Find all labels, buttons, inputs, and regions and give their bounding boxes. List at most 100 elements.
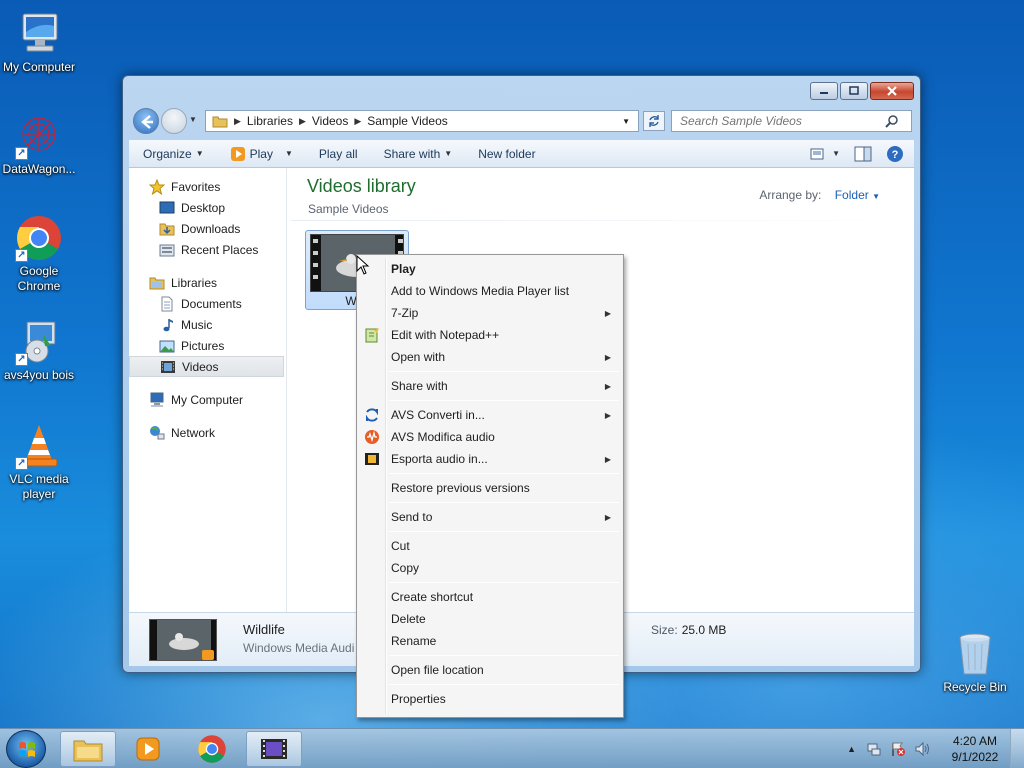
nav-music[interactable]: Music (129, 314, 286, 335)
back-button[interactable] (133, 108, 159, 134)
details-file-type: Windows Media Audi (243, 641, 355, 655)
volume-icon[interactable] (914, 741, 932, 757)
new-folder-label: New folder (478, 146, 536, 161)
share-with-button[interactable]: Share with ▼ (370, 140, 465, 167)
search-box[interactable] (671, 110, 912, 132)
film-export-icon (364, 451, 380, 467)
change-view-button[interactable]: ▼ (810, 147, 840, 161)
nav-pictures[interactable]: Pictures (129, 335, 286, 356)
desktop-icon-avs4you[interactable]: ↗ avs4you bois (0, 318, 81, 383)
breadcrumb-sample-videos[interactable]: Sample Videos (367, 114, 448, 128)
clock[interactable]: 4:20 AM 9/1/2022 (940, 733, 1010, 765)
size-label: Size: (651, 623, 678, 637)
nav-libraries[interactable]: Libraries (129, 272, 286, 293)
nav-documents[interactable]: Documents (129, 293, 286, 314)
menu-separator (389, 371, 619, 372)
window-controls (808, 82, 914, 100)
libraries-icon (149, 275, 165, 291)
avs-convert-icon (364, 407, 380, 423)
arrange-by-dropdown[interactable]: Folder ▼ (835, 188, 880, 202)
videos-film-icon (160, 359, 176, 375)
action-center-flag-icon[interactable] (890, 741, 906, 757)
forward-button[interactable] (161, 108, 187, 134)
breadcrumb-videos[interactable]: Videos (312, 114, 348, 128)
menu-item-send-to[interactable]: Send to ▶ (359, 506, 621, 528)
menu-item-avs-modifica[interactable]: AVS Modifica audio (359, 426, 621, 448)
menu-separator (389, 582, 619, 583)
show-desktop-button[interactable] (1010, 729, 1024, 768)
menu-item-esporta-audio[interactable]: Esporta audio in... ▶ (359, 448, 621, 470)
taskbar-explorer-button[interactable] (60, 731, 116, 767)
documents-icon (159, 296, 175, 312)
desktop-icon-datawagon[interactable]: ↗ DataWagon... (0, 112, 81, 177)
menu-item-edit-notepad[interactable]: Edit with Notepad++ (359, 324, 621, 346)
submenu-arrow-icon: ▶ (604, 512, 611, 522)
taskbar-video-editor-button[interactable] (246, 731, 302, 767)
menu-item-add-to-wmp-list[interactable]: Add to Windows Media Player list (359, 280, 621, 302)
refresh-button[interactable] (643, 111, 665, 131)
view-icon (810, 148, 824, 159)
desktop-icon-chrome[interactable]: ↗ Google Chrome (0, 214, 81, 294)
back-arrow-icon (141, 115, 153, 129)
play-all-button[interactable]: Play all (305, 140, 370, 167)
menu-separator (389, 684, 619, 685)
menu-separator (389, 473, 619, 474)
desktop-icon-my-computer[interactable]: My Computer (0, 10, 81, 75)
organize-button[interactable]: Organize ▼ (129, 140, 216, 167)
chrome-icon (198, 735, 226, 763)
menu-item-play[interactable]: Play (359, 258, 621, 280)
desktop-icon-vlc[interactable]: ↗ VLC media player (0, 422, 81, 502)
menu-item-properties[interactable]: Properties (359, 688, 621, 710)
desktop-icon-label: DataWagon... (2, 162, 76, 176)
preview-pane-icon[interactable] (854, 146, 872, 162)
nav-favorites[interactable]: Favorites (129, 176, 286, 197)
search-input[interactable] (680, 114, 885, 128)
menu-item-copy[interactable]: Copy (359, 557, 621, 579)
play-button[interactable]: Play ▼ (216, 140, 305, 167)
menu-item-rename[interactable]: Rename (359, 630, 621, 652)
nav-recent-places[interactable]: Recent Places (129, 239, 286, 260)
new-folder-button[interactable]: New folder (464, 140, 547, 167)
command-bar: Organize ▼ Play ▼ Play all Share with ▼ New… (129, 140, 914, 168)
close-button[interactable] (870, 82, 914, 100)
breadcrumb-libraries[interactable]: Libraries (247, 114, 293, 128)
nav-videos[interactable]: Videos (129, 356, 284, 377)
computer-icon (149, 392, 165, 408)
menu-item-restore-previous-versions[interactable]: Restore previous versions (359, 477, 621, 499)
library-subtitle: Sample Videos (308, 202, 389, 216)
menu-item-open-with[interactable]: Open with ▶ (359, 346, 621, 368)
explorer-folder-icon (73, 740, 103, 762)
desktop-icon-label: VLC media player (9, 472, 69, 501)
menu-item-create-shortcut[interactable]: Create shortcut (359, 586, 621, 608)
menu-item-avs-converti[interactable]: AVS Converti in... ▶ (359, 404, 621, 426)
system-tray: ▲ 4:20 AM 9/1/2022 (847, 729, 1024, 768)
menu-item-7zip[interactable]: 7-Zip ▶ (359, 302, 621, 324)
folder-icon (212, 116, 228, 128)
maximize-button[interactable] (840, 82, 868, 100)
address-bar[interactable]: ▶ Libraries ▶ Videos ▶ Sample Videos ▼ (205, 110, 639, 132)
menu-item-open-file-location[interactable]: Open file location (359, 659, 621, 681)
search-icon[interactable] (885, 114, 899, 128)
taskbar-media-player-button[interactable] (120, 731, 176, 767)
nav-my-computer[interactable]: My Computer (129, 389, 286, 410)
taskbar-chrome-button[interactable] (184, 731, 240, 767)
windows-logo-icon (19, 742, 35, 757)
address-dropdown-icon[interactable]: ▼ (622, 117, 630, 126)
submenu-arrow-icon: ▶ (604, 410, 611, 420)
nav-network[interactable]: Network (129, 422, 286, 443)
shortcut-arrow-icon: ↗ (15, 353, 28, 366)
network-tray-icon[interactable] (866, 741, 882, 757)
show-hidden-icons-chevron-icon[interactable]: ▲ (847, 744, 856, 754)
nav-downloads[interactable]: Downloads (129, 218, 286, 239)
help-icon[interactable]: ? (886, 145, 904, 163)
desktop-icon-recycle-bin[interactable]: Recycle Bin (933, 630, 1017, 695)
menu-item-delete[interactable]: Delete (359, 608, 621, 630)
menu-item-cut[interactable]: Cut (359, 535, 621, 557)
chrome-icon: ↗ (15, 214, 63, 262)
minimize-button[interactable] (810, 82, 838, 100)
start-button[interactable] (6, 730, 46, 768)
nav-desktop[interactable]: Desktop (129, 197, 286, 218)
datawagon-icon: ↗ (15, 112, 63, 160)
recent-pages-dropdown[interactable]: ▼ (189, 115, 197, 124)
menu-item-share-with[interactable]: Share with ▶ (359, 375, 621, 397)
